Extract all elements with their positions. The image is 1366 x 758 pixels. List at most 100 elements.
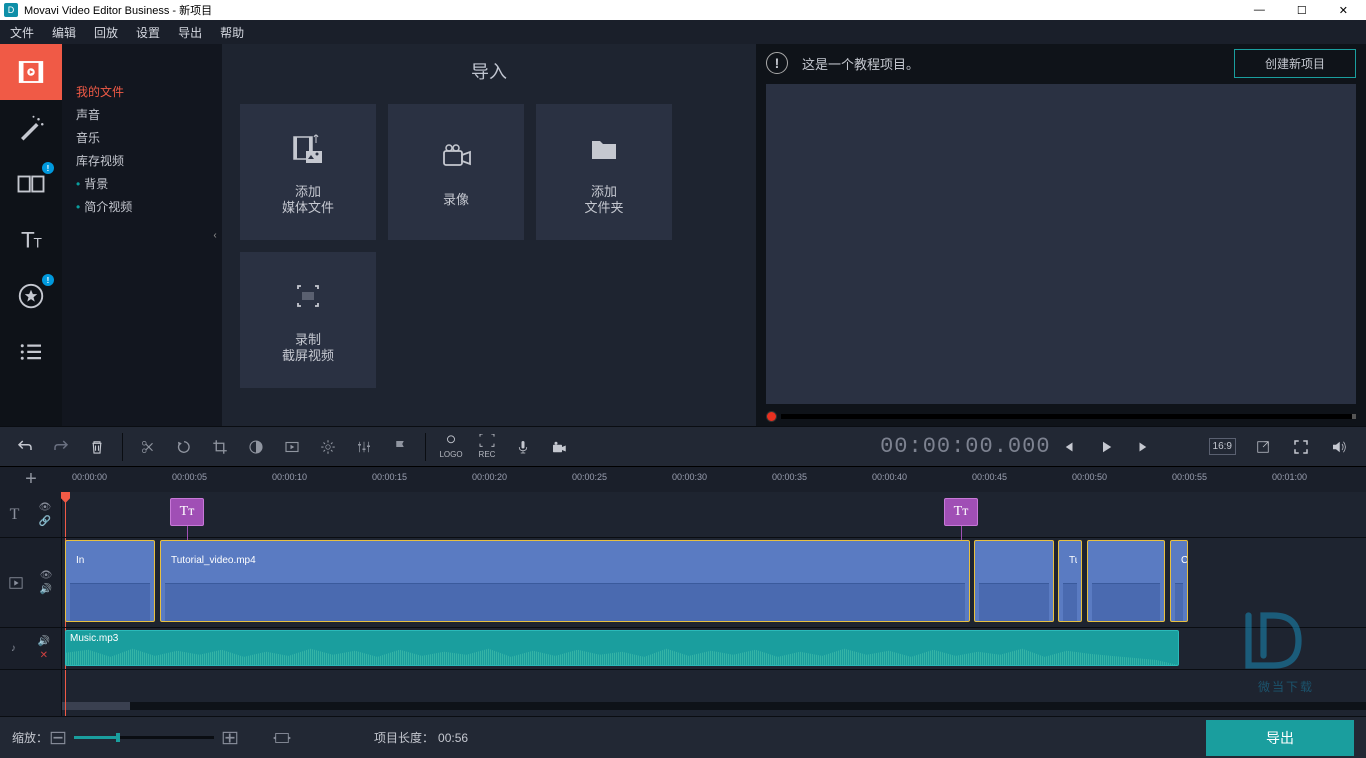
menu-file[interactable]: 文件 [10, 24, 34, 41]
main-area: ! TT ! 我的文件 声音 音乐 库存视频 背景 简介视频 ‹ 导入 添加 媒… [0, 44, 1366, 426]
transitions-tab[interactable]: ! [0, 156, 62, 212]
video-clip[interactable]: Tutorial_video.mp4 [160, 540, 970, 622]
redo-button[interactable] [44, 430, 78, 464]
preview-canvas[interactable] [766, 84, 1356, 404]
more-tab[interactable] [0, 324, 62, 380]
star-circle-icon [16, 281, 46, 311]
volume-button[interactable] [1322, 430, 1356, 464]
title-track-icon: T [10, 506, 20, 524]
preview-seek[interactable] [766, 406, 1356, 426]
add-folder-tile[interactable]: 添加 文件夹 [536, 104, 672, 240]
ruler-mark: 00:00:55 [1172, 472, 1207, 482]
aspect-ratio-button[interactable]: 16:9 [1209, 438, 1236, 455]
next-frame-button[interactable] [1127, 430, 1161, 464]
prev-frame-button[interactable] [1051, 430, 1085, 464]
video-track-head[interactable]: 👁🔊 [0, 538, 61, 628]
title-clip[interactable]: Tᴛ [944, 498, 978, 526]
transition-icon [16, 169, 46, 199]
list-icon [16, 337, 46, 367]
sidebar-item-myfiles[interactable]: 我的文件 [76, 80, 222, 103]
badge-icon: ! [42, 162, 54, 174]
transition-wizard-button[interactable] [275, 430, 309, 464]
title-track-head[interactable]: T 👁 🔗 [0, 492, 61, 538]
minimize-button[interactable]: — [1250, 4, 1269, 17]
delete-button[interactable] [80, 430, 114, 464]
record-video-tile[interactable]: 录像 [388, 104, 524, 240]
ruler-mark: 00:00:50 [1072, 472, 1107, 482]
import-tab[interactable] [0, 44, 62, 100]
playhead-dot-icon [766, 411, 777, 422]
horizontal-scrollbar[interactable] [62, 702, 1366, 710]
timeline-ruler[interactable]: + 00:00:00 00:00:05 00:00:10 00:00:15 00:00:… [0, 466, 1366, 492]
equalizer-button[interactable] [347, 430, 381, 464]
tutorial-notice: 这是一个教程项目。 [802, 54, 919, 73]
crop-button[interactable] [203, 430, 237, 464]
fullscreen-button[interactable] [1284, 430, 1318, 464]
add-media-tile[interactable]: 添加 媒体文件 [240, 104, 376, 240]
app-icon: D [4, 3, 18, 17]
tile-label: 添加 文件夹 [584, 184, 623, 216]
track-body[interactable]: Tᴛ Tᴛ InTutorial_video.mp4 Tut C Music.mp3 [62, 492, 1366, 716]
menu-playback[interactable]: 回放 [94, 24, 118, 41]
visibility-icon[interactable]: 👁 [40, 570, 53, 581]
mute-icon[interactable]: 🔊 [40, 584, 52, 595]
import-sidebar: 我的文件 声音 音乐 库存视频 背景 简介视频 ‹ [62, 44, 222, 426]
video-clip[interactable] [1087, 540, 1165, 622]
audio-track-head[interactable]: ♪ 🔊 ✕ [0, 628, 61, 670]
titles-tab[interactable]: TT [0, 212, 62, 268]
audio-clip[interactable]: Music.mp3 [65, 630, 1179, 666]
collapse-sidebar-button[interactable]: ‹ [208, 205, 222, 265]
menu-edit[interactable]: 编辑 [52, 24, 76, 41]
split-button[interactable] [131, 430, 165, 464]
sidebar-item-sounds[interactable]: 声音 [76, 103, 222, 126]
color-adjust-button[interactable] [239, 430, 273, 464]
rotate-button[interactable] [167, 430, 201, 464]
sidebar-item-music[interactable]: 音乐 [76, 126, 222, 149]
window-title: Movavi Video Editor Business - 新项目 [24, 2, 212, 18]
maximize-button[interactable]: ☐ [1293, 4, 1311, 17]
voiceover-button[interactable] [506, 430, 540, 464]
ruler-mark: 00:00:35 [772, 472, 807, 482]
unlink-icon[interactable]: ✕ [40, 650, 48, 661]
tile-label: 录制 截屏视频 [282, 332, 334, 364]
sidebar-item-backgrounds[interactable]: 背景 [76, 172, 222, 195]
menu-export[interactable]: 导出 [178, 24, 202, 41]
video-clip[interactable]: In [65, 540, 155, 622]
new-project-button[interactable]: 创建新项目 [1234, 49, 1356, 78]
audio-track-icon: ♪ [11, 643, 16, 654]
add-track-button[interactable]: + [0, 467, 62, 492]
marker-button[interactable] [383, 430, 417, 464]
video-clip[interactable] [974, 540, 1054, 622]
visibility-icon[interactable]: 👁 [39, 502, 52, 513]
play-button[interactable] [1089, 430, 1123, 464]
ruler-mark: 00:00:10 [272, 472, 307, 482]
ruler-mark: 00:00:15 [372, 472, 407, 482]
clip-properties-button[interactable] [311, 430, 345, 464]
stickers-tab[interactable]: ! [0, 268, 62, 324]
undo-button[interactable] [8, 430, 42, 464]
video-clip[interactable]: Tut [1058, 540, 1082, 622]
camera-icon [436, 137, 476, 177]
sidebar-item-intros[interactable]: 简介视频 [76, 195, 222, 218]
titlebar: D Movavi Video Editor Business - 新项目 — ☐… [0, 0, 1366, 20]
close-button[interactable]: ✕ [1335, 4, 1352, 17]
webcam-button[interactable] [542, 430, 576, 464]
video-clip[interactable]: C [1170, 540, 1188, 622]
menu-help[interactable]: 帮助 [220, 24, 244, 41]
record-screen-tile[interactable]: 录制 截屏视频 [240, 252, 376, 388]
title-clip[interactable]: Tᴛ [170, 498, 204, 526]
ruler-mark: 00:00:00 [72, 472, 107, 482]
timecode-display: 00:00:00.000 [868, 434, 1050, 459]
wand-icon [16, 113, 46, 143]
logo-button[interactable]: LOGO [434, 434, 468, 459]
rec-button[interactable]: REC [470, 434, 504, 459]
info-icon: ! [766, 52, 788, 74]
link-icon[interactable]: 🔗 [39, 516, 51, 527]
folder-icon [584, 129, 624, 169]
filters-tab[interactable] [0, 100, 62, 156]
menu-settings[interactable]: 设置 [136, 24, 160, 41]
ruler-mark: 00:00:05 [172, 472, 207, 482]
mute-icon[interactable]: 🔊 [38, 636, 50, 647]
popout-button[interactable] [1246, 430, 1280, 464]
sidebar-item-stock[interactable]: 库存视频 [76, 149, 222, 172]
